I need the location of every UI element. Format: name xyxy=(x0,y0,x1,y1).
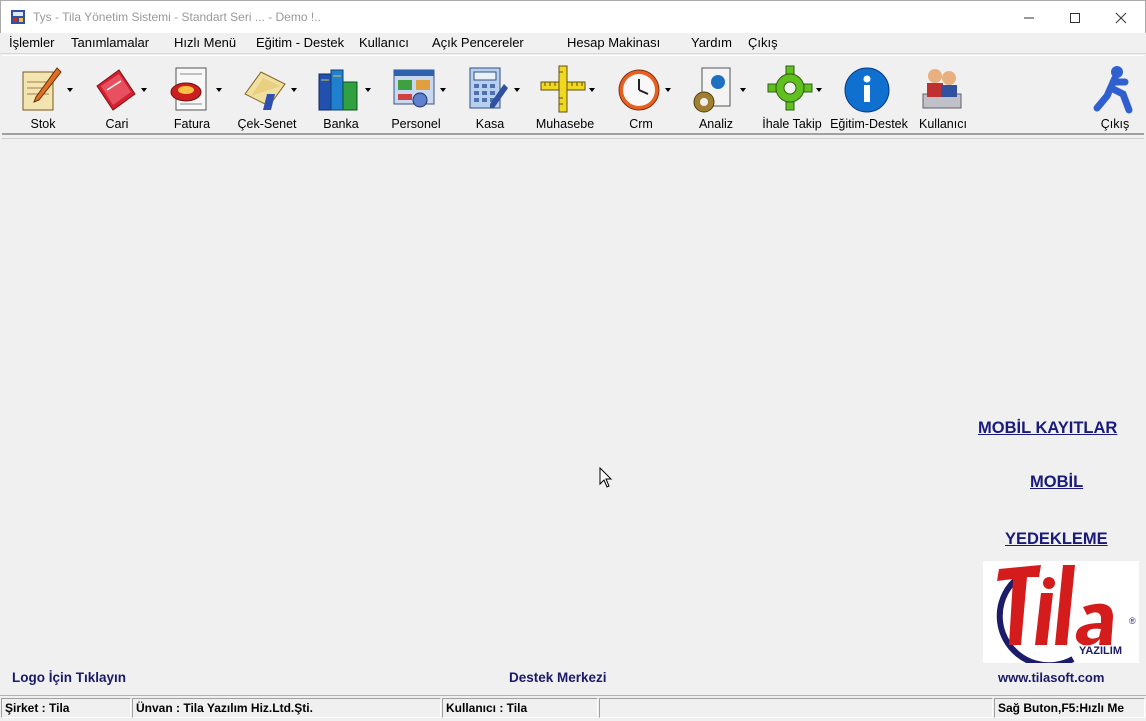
calculator-icon xyxy=(469,67,508,109)
menu-acik-pencereler[interactable]: Açık Pencereler xyxy=(432,35,524,50)
menu-hizli-menu[interactable]: Hızlı Menü xyxy=(174,35,236,50)
invoice-stamp-icon xyxy=(170,67,207,111)
close-button[interactable] xyxy=(1098,1,1144,34)
ruler-cross-icon xyxy=(540,65,586,113)
close-icon xyxy=(1115,12,1127,23)
notepad-pencil-icon xyxy=(22,67,62,111)
tila-logo[interactable]: YAZILIM ® xyxy=(983,561,1139,669)
toolbar-kullanici-label: Kullanıcı xyxy=(919,117,967,131)
toolbar-cikis-button[interactable]: Çıkış xyxy=(1082,62,1146,132)
toolbar-cari-button[interactable]: Cari xyxy=(84,62,150,132)
toolbar-muhasebe-button[interactable]: Muhasebe xyxy=(532,62,598,132)
red-card-icon xyxy=(96,69,136,111)
toolbar-kasa-button[interactable]: Kasa xyxy=(457,62,523,132)
toolbar-stok-button[interactable]: Stok xyxy=(10,62,76,132)
toolbar-banka-label: Banka xyxy=(323,117,359,131)
toolbar-muhasebe-label: Muhasebe xyxy=(535,117,595,131)
running-man-icon xyxy=(1093,66,1133,114)
window-title: Tys - Tila Yönetim Sistemi - Standart Se… xyxy=(33,10,321,24)
mobil-kayitlar-link[interactable]: MOBİL KAYITLAR xyxy=(978,419,1117,438)
toolbar-banka-button[interactable]: Banka xyxy=(308,62,374,132)
menu-egitim-destek[interactable]: Eğitim - Destek xyxy=(256,35,344,50)
yedekleme-link[interactable]: YEDEKLEME xyxy=(1005,530,1108,549)
toolbar-cek-senet-button[interactable]: Çek-Senet xyxy=(234,62,300,132)
maximize-icon xyxy=(1070,12,1080,23)
website-link[interactable]: www.tilasoft.com xyxy=(998,670,1104,685)
main-workspace xyxy=(2,138,1144,695)
toolbar-cikis-label: Çıkış xyxy=(1100,117,1130,131)
toolbar-egitim-destek-button[interactable]: Eğitim-Destek xyxy=(830,62,908,132)
check-pen-icon xyxy=(244,71,286,110)
toolbar-cari-label: Cari xyxy=(105,117,129,131)
tila-logo-graphic: YAZILIM ® xyxy=(996,565,1136,669)
menu-islemler[interactable]: İşlemler xyxy=(9,35,55,50)
toolbar-kullanici-button[interactable]: Kullanıcı xyxy=(910,62,976,132)
title-bar[interactable]: Tys - Tila Yönetim Sistemi - Standart Se… xyxy=(0,0,1146,33)
minimize-button[interactable] xyxy=(1006,1,1052,34)
toolbar-crm-label: Crm xyxy=(629,117,653,131)
menu-kullanici[interactable]: Kullanıcı xyxy=(359,35,409,50)
support-center-link[interactable]: Destek Merkezi xyxy=(509,670,607,685)
toolbar-analiz-button[interactable]: Analiz xyxy=(683,62,749,132)
toolbar-kasa-label: Kasa xyxy=(475,117,505,131)
toolbar-crm-button[interactable]: Crm xyxy=(608,62,674,132)
mobil-link[interactable]: MOBİL xyxy=(1030,473,1083,492)
status-user: Kullanıcı : Tila xyxy=(442,698,598,718)
menu-tanimlamalar[interactable]: Tanımlamalar xyxy=(71,35,149,50)
menu-hesap-makinasi[interactable]: Hesap Makinası xyxy=(567,35,660,50)
menu-bar: İşlemler Tanımlamalar Hızlı Menü Eğitim … xyxy=(0,33,1146,54)
logo-sub-text: YAZILIM xyxy=(1079,645,1122,657)
mouse-cursor-icon xyxy=(599,467,613,488)
maximize-button[interactable] xyxy=(1052,1,1098,34)
minimize-icon xyxy=(1024,17,1034,18)
status-company: Şirket : Tila xyxy=(1,698,131,718)
logo-registered-mark: ® xyxy=(1129,616,1136,626)
status-hint: Sağ Buton,F5:Hızlı Me xyxy=(994,698,1145,718)
toolbar-analiz-label: Analiz xyxy=(698,117,734,131)
status-bar: Şirket : Tila Ünvan : Tila Yazılım Hiz.L… xyxy=(0,695,1146,721)
toolbar-fatura-button[interactable]: Fatura xyxy=(159,62,225,132)
menu-cikis[interactable]: Çıkış xyxy=(748,35,778,50)
status-title: Ünvan : Tila Yazılım Hiz.Ltd.Şti. xyxy=(132,698,441,718)
toolbar-ihale-takip-label: İhale Takip xyxy=(762,117,822,131)
toolbar-fatura-label: Fatura xyxy=(173,117,211,131)
menu-yardim[interactable]: Yardım xyxy=(691,35,732,50)
toolbar-personel-button[interactable]: Personel xyxy=(383,62,449,132)
status-empty-panel xyxy=(599,698,993,718)
green-gear-icon xyxy=(767,65,813,111)
info-icon xyxy=(844,67,890,113)
toolbar-ihale-takip-button[interactable]: İhale Takip xyxy=(759,62,825,132)
books-icon xyxy=(318,69,358,111)
app-icon xyxy=(11,10,25,24)
document-gears-icon xyxy=(693,67,731,113)
users-icon xyxy=(922,69,962,109)
clock-icon xyxy=(618,69,660,111)
logo-click-link[interactable]: Logo İçin Tıklayın xyxy=(12,670,126,685)
toolbar: Stok Cari Fatura Çek-Senet Banka Persone… xyxy=(2,55,1144,135)
personnel-window-icon xyxy=(393,69,435,108)
